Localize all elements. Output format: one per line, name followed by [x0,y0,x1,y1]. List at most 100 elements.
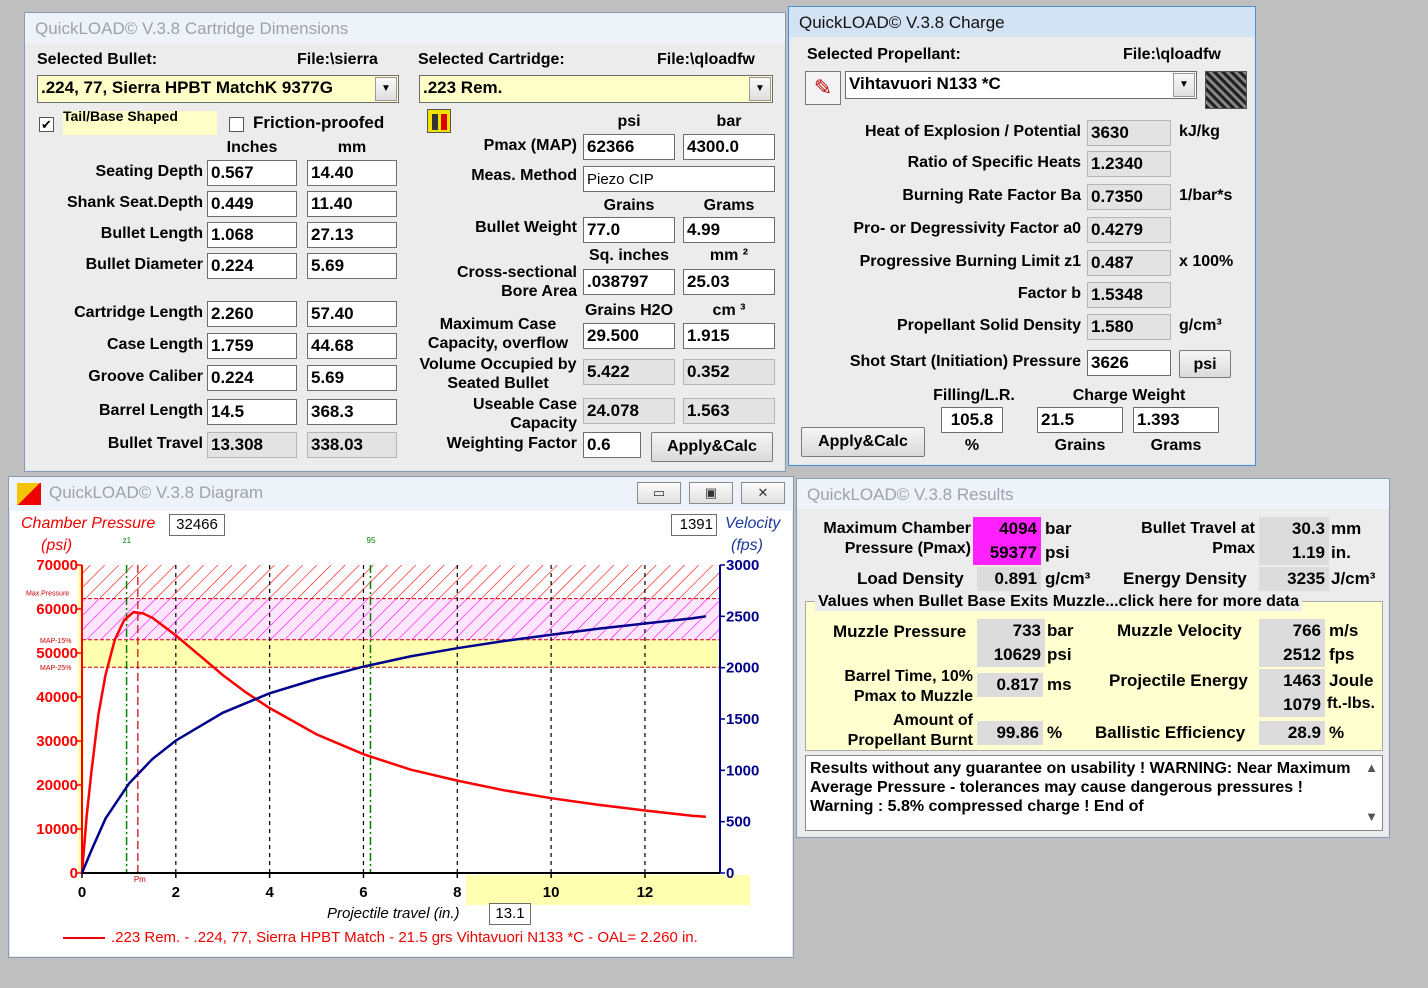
col-psi: psi [617,113,641,130]
x-axis-label: Projectile travel (in.) [327,905,460,922]
dim-row-inches-field[interactable]: 1.759 [207,333,297,359]
chevron-down-icon: ▼ [755,83,765,94]
close-button[interactable]: ✕ [741,482,785,504]
propellant-burnt-value: 99.86 [977,721,1043,745]
dim-row-inches-field[interactable]: 14.5 [207,399,297,425]
yellow-bottom-strip [466,875,750,905]
max-pressure-hatch [82,565,720,599]
charge-window: QuickLOAD© V.3.8 Charge Selected Propell… [788,6,1256,466]
scroll-up-arrow[interactable]: ▲ [1365,760,1378,775]
dim-row-label: Bullet Length [100,225,203,242]
y-tick-label: 20000 [36,777,78,794]
diagram-title: QuickLOAD© V.3.8 Diagram [49,483,264,502]
cartridge-select-value: .223 Rem. [423,78,503,97]
cartridge-edit-icon[interactable] [427,109,451,133]
z1-marker: z1 [123,536,132,545]
apply-calc-button[interactable]: Apply&Calc [801,427,925,457]
charge-row-field[interactable]: 3626 [1087,350,1171,376]
bullet-dropdown-button[interactable]: ▼ [375,77,397,101]
dim-row-label: Seating Depth [95,163,203,180]
max-pressure-bar-unit: bar [1045,519,1072,538]
charge-row-label: Heat of Explosion / Potential [864,123,1081,140]
y-tick-label: 50000 [36,645,78,662]
weighting-factor-field[interactable]: 0.6 [583,432,641,458]
max-case-capacity-label: Maximum Case Capacity, overflow [427,316,569,352]
charge-row-label: Ratio of Specific Heats [907,154,1081,171]
pressure-velocity-chart[interactable]: z1 95PmMax.PressureMAP-15%MAP-25%01000020… [9,533,793,913]
dim-row-inches-field[interactable]: 0.224 [207,365,297,391]
minimize-button[interactable]: ▭ [637,482,681,504]
meas-method-label: Meas. Method [471,167,577,184]
friction-proofed-checkbox[interactable] [229,117,244,132]
bore-area-sqin-field[interactable]: .038797 [583,269,675,295]
dim-row-inches-field[interactable]: 2.260 [207,301,297,327]
close-icon: ✕ [757,485,769,500]
pmax-psi-field[interactable]: 62366 [583,134,675,160]
bullet-weight-grams-field[interactable]: 4.99 [683,217,775,243]
charge-row-field: 1.5348 [1087,282,1171,308]
pressure-unit-button[interactable]: psi [1179,350,1231,378]
apply-calc-button[interactable]: Apply&Calc [651,432,773,462]
dim-row-mm-field[interactable]: 5.69 [307,365,397,391]
maximize-button[interactable]: ▣ [689,482,733,504]
col-grains: Grains [603,197,655,214]
max-chamber-pressure-label: Maximum Chamber Pressure (Pmax) [823,520,971,557]
bore-area-mm2-field[interactable]: 25.03 [683,269,775,295]
case-capacity-cm3-field[interactable]: 1.915 [683,323,775,349]
muzzle-group-label[interactable]: Values when Bullet Base Exits Muzzle...c… [815,593,1303,611]
y-tick-label: 60000 [36,601,78,618]
bullet-select[interactable]: .224, 77, Sierra HPBT MatchK 9377G [37,75,399,103]
bullet-travel-in-unit: in. [1331,543,1351,562]
charge-row-label: Factor b [1017,285,1081,302]
muzzle-pressure-bar: 733 [977,619,1045,643]
dim-row-mm-field[interactable]: 368.3 [307,399,397,425]
col-cm3: cm ³ [712,302,746,319]
charge-row-field: 1.580 [1087,314,1171,340]
map25-band [82,639,720,668]
friction-proofed-label: Friction-proofed [253,113,385,132]
travel-readout: 13.1 [489,903,531,925]
charge-row-unit: 1/bar*s [1179,187,1233,204]
charge-weight-grams-field[interactable]: 1.393 [1133,407,1219,433]
propellant-edit-icon[interactable]: ✎ [805,71,841,105]
charge-weight-grains-field[interactable]: 21.5 [1037,407,1123,433]
dim-row-inches-field[interactable]: 0.224 [207,253,297,279]
tail-base-checkbox[interactable]: ✔ [39,117,54,132]
cartridge-select[interactable]: .223 Rem. [419,75,773,103]
bullet-weight-grains-field[interactable]: 77.0 [583,217,675,243]
dim-row-mm-field[interactable]: 14.40 [307,160,397,186]
useable-capacity-grains-field: 24.078 [583,398,675,424]
muzzle-velocity-fps: 2512 [1259,643,1325,667]
dim-row-inches-field[interactable]: 0.567 [207,160,297,186]
dim-row-mm-field[interactable]: 57.40 [307,301,397,327]
dim-row-inches-field[interactable]: 1.068 [207,222,297,248]
maximize-icon: ▣ [704,485,718,500]
dim-row-mm-field[interactable]: 11.40 [307,191,397,217]
y2-tick-label: 2000 [726,660,759,677]
grains-unit: Grains [1054,437,1106,454]
propellant-select[interactable]: Vihtavuori N133 *C [845,71,1197,99]
filling-lr-label: Filling/L.R. [933,387,1015,404]
charge-row-label: Pro- or Degressivity Factor a0 [853,220,1081,237]
dim-row-mm-field[interactable]: 27.13 [307,222,397,248]
x-tick-label: 4 [265,884,274,901]
dim-row-mm-field[interactable]: 44.68 [307,333,397,359]
scroll-down-arrow[interactable]: ▼ [1365,809,1378,824]
barrel-time-unit: ms [1047,675,1072,694]
charge-row-label: Shot Start (Initiation) Pressure [849,353,1081,370]
pmax-bar-field[interactable]: 4300.0 [683,134,775,160]
case-capacity-grains-field[interactable]: 29.500 [583,323,675,349]
selected-bullet-label: Selected Bullet: [37,51,158,68]
propellant-file-label: File:\qloadfw [1123,46,1221,63]
filling-field[interactable]: 105.8 [941,407,1003,433]
propellant-dropdown-button[interactable]: ▼ [1173,73,1195,97]
cartridge-dropdown-button[interactable]: ▼ [749,77,771,101]
dim-row-mm-field[interactable]: 5.69 [307,253,397,279]
cross-sectional-label: Cross-sectional Bore Area [456,264,577,300]
charge-row-unit: kJ/kg [1179,123,1220,140]
propellant-grain-icon[interactable] [1205,71,1247,109]
meas-method-field[interactable]: Piezo CIP [583,166,775,192]
warning-textbox[interactable]: Results without any guarantee on usabili… [805,755,1383,831]
dim-row-inches-field[interactable]: 0.449 [207,191,297,217]
charge-row-unit: x 100% [1179,253,1234,270]
